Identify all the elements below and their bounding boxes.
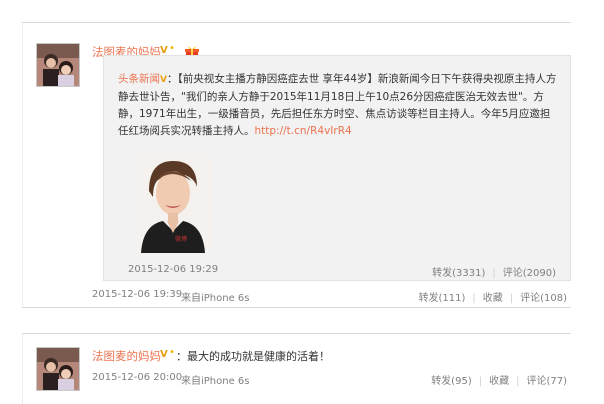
repost-forward-button[interactable]: 转发(3331): [432, 268, 485, 279]
weibo-post-1: 法图麦的妈妈 V • 头条新闻V：【前央视女主播方静因癌症去世 享年44岁】新浪…: [22, 22, 571, 308]
repost-photo[interactable]: 微博: [135, 153, 211, 253]
repost-source-user[interactable]: 头条新闻: [118, 73, 160, 85]
forward-button[interactable]: 转发(111): [418, 293, 465, 304]
divider: |: [492, 268, 496, 279]
post-source: 来自iPhone 6s: [181, 376, 250, 387]
weibo-post-2: 法图麦的妈妈 V • ：最大的成功就是健康的活着！ 2015-12-06 20:…: [22, 333, 571, 404]
favorite-button[interactable]: 收藏: [489, 376, 509, 387]
svg-text:微博: 微博: [175, 235, 187, 243]
repost-timestamp[interactable]: 2015-12-06 19:29: [128, 264, 218, 275]
badge-dot-icon: •: [169, 43, 175, 54]
avatar[interactable]: [36, 347, 80, 391]
v-badge-icon: V: [160, 349, 168, 360]
repost-text-block: 头条新闻V：【前央视女主播方静因癌症去世 享年44岁】新浪新闻今日下午获得央视原…: [118, 71, 558, 140]
username[interactable]: 法图麦的妈妈: [92, 348, 161, 364]
comment-button[interactable]: 评论(77): [526, 376, 567, 387]
divider: |: [478, 376, 483, 387]
forward-button[interactable]: 转发(95): [431, 376, 472, 387]
divider: |: [472, 293, 476, 304]
avatar[interactable]: [36, 43, 80, 87]
favorite-button[interactable]: 收藏: [483, 293, 503, 304]
badge-dot-icon: •: [169, 347, 175, 358]
post-actions: 转发(111) | 收藏 | 评论(108): [418, 289, 567, 304]
divider: |: [509, 293, 514, 304]
reposted-content: 头条新闻V：【前央视女主播方静因癌症去世 享年44岁】新浪新闻今日下午获得央视原…: [103, 55, 571, 281]
post-actions: 转发(95) | 收藏 | 评论(77): [431, 372, 567, 387]
avatar-image: [37, 44, 79, 86]
comment-button[interactable]: 评论(108): [520, 293, 567, 304]
divider: |: [516, 376, 520, 387]
v-badge-icon: V: [160, 75, 167, 85]
avatar-image: [37, 348, 79, 390]
post-source: 来自iPhone 6s: [181, 293, 250, 304]
post-timestamp[interactable]: 2015-12-06 20:00: [92, 372, 182, 383]
post-text: ：最大的成功就是健康的活着！: [176, 350, 330, 363]
repost-link[interactable]: http://t.cn/R4vIrR4: [255, 125, 352, 137]
repost-actions: 转发(3331) | 评论(2090): [432, 264, 556, 279]
repost-comment-button[interactable]: 评论(2090): [503, 268, 556, 279]
post-timestamp[interactable]: 2015-12-06 19:39: [92, 289, 182, 300]
